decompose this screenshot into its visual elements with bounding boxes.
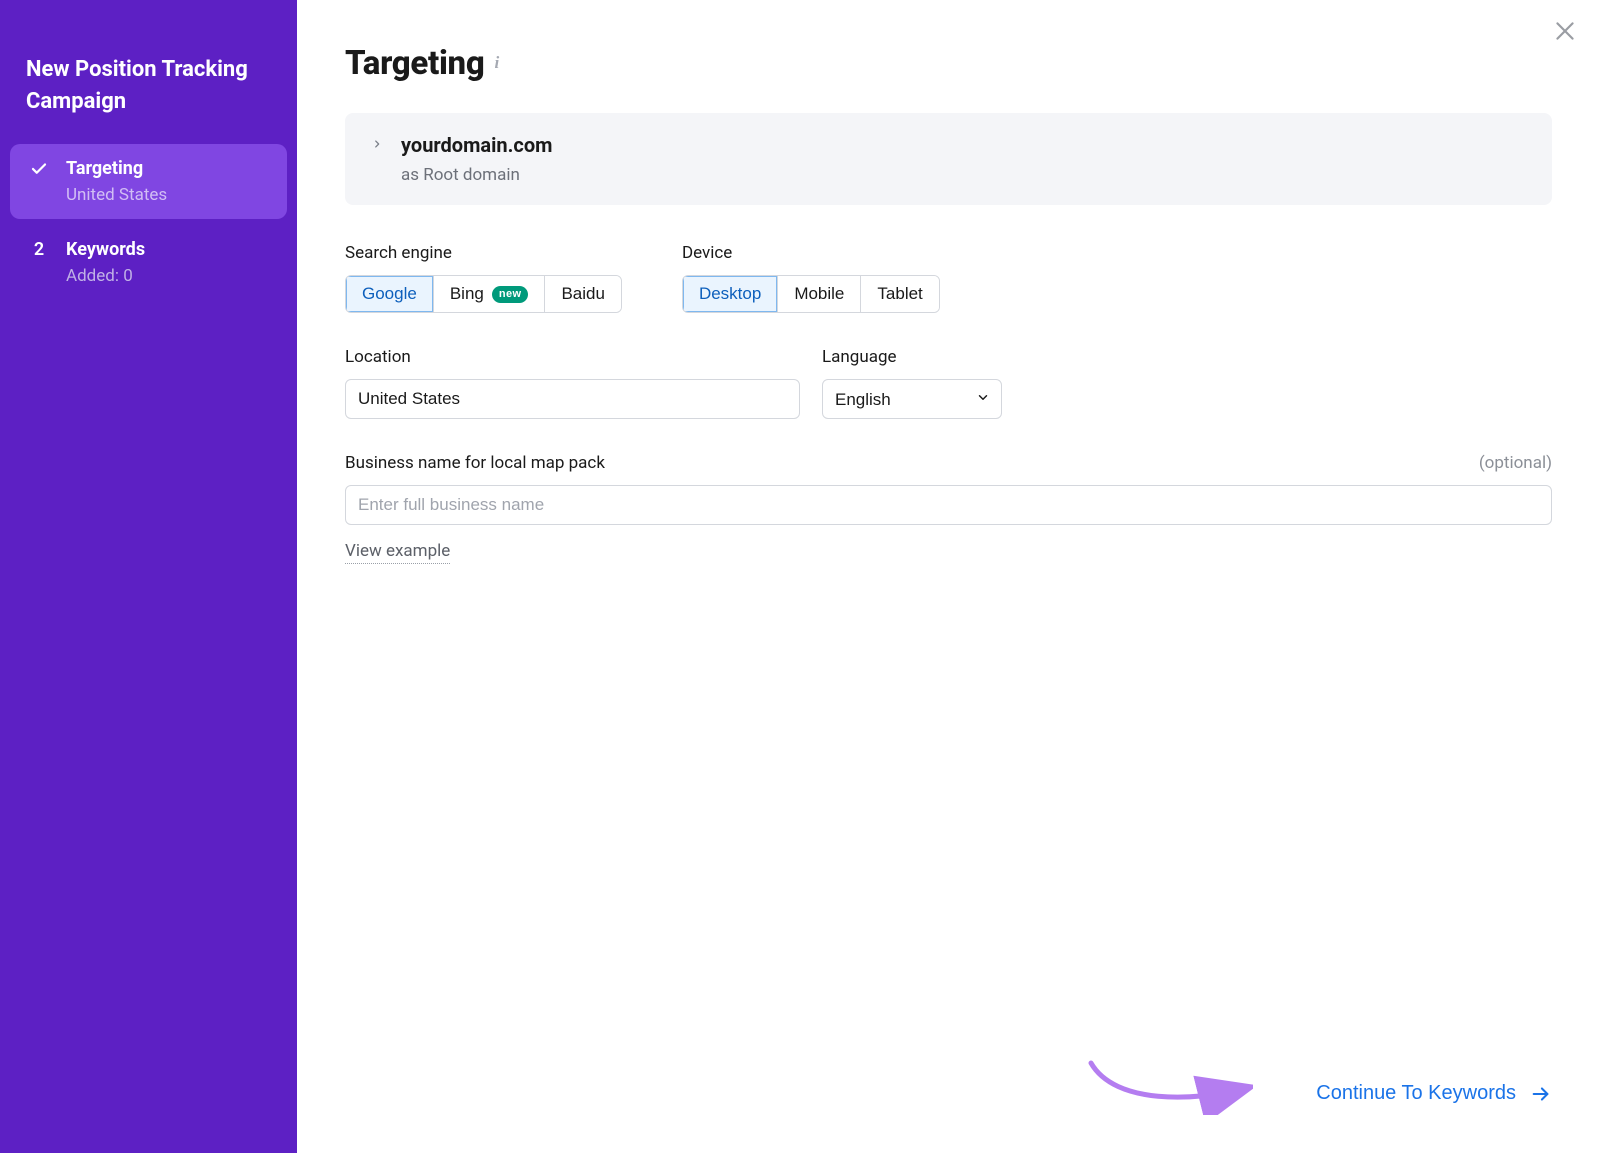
business-name-field: Business name for local map pack (option…	[345, 453, 1552, 564]
view-example-link[interactable]: View example	[345, 541, 450, 564]
sidebar-step-title: Keywords	[66, 239, 269, 260]
new-badge: new	[492, 286, 529, 303]
search-engine-option-google[interactable]: Google	[346, 276, 433, 312]
language-select[interactable]: English	[822, 379, 1002, 419]
search-engine-option-bing[interactable]: Bing new	[433, 276, 545, 312]
domain-subtitle: as Root domain	[401, 165, 552, 185]
annotation-arrow	[1085, 1055, 1253, 1115]
domain-card[interactable]: yourdomain.com as Root domain	[345, 113, 1552, 205]
main-panel: Targeting i yourdomain.com as Root domai…	[297, 0, 1600, 1153]
field-label: Business name for local map pack	[345, 453, 605, 473]
domain-name: yourdomain.com	[401, 133, 552, 157]
device-field: Device Desktop Mobile Tablet	[682, 243, 940, 313]
search-engine-field: Search engine Google Bing new Baidu	[345, 243, 622, 313]
search-engine-segmented: Google Bing new Baidu	[345, 275, 622, 313]
sidebar-step-subtitle: United States	[66, 185, 269, 205]
sidebar-step-keywords[interactable]: 2 Keywords Added: 0	[10, 225, 287, 300]
sidebar-title: New Position Tracking Campaign	[0, 54, 297, 144]
wizard-footer: Continue To Keywords	[1316, 1082, 1552, 1105]
chevron-right-icon	[369, 133, 385, 151]
device-option-desktop[interactable]: Desktop	[683, 276, 777, 312]
wizard-sidebar: New Position Tracking Campaign Targeting…	[0, 0, 297, 1153]
arrow-right-icon	[1530, 1083, 1552, 1105]
sidebar-steps: Targeting United States 2 Keywords Added…	[0, 144, 297, 300]
sidebar-step-title: Targeting	[66, 158, 269, 179]
step-number: 2	[28, 239, 50, 260]
check-icon	[28, 158, 50, 178]
device-option-mobile[interactable]: Mobile	[777, 276, 860, 312]
device-option-tablet[interactable]: Tablet	[860, 276, 938, 312]
info-icon[interactable]: i	[494, 53, 498, 75]
location-input[interactable]	[345, 379, 800, 419]
continue-button[interactable]: Continue To Keywords	[1316, 1082, 1552, 1105]
close-icon	[1552, 18, 1578, 44]
field-label: Language	[822, 347, 1002, 367]
close-button[interactable]	[1548, 14, 1582, 48]
sidebar-step-targeting[interactable]: Targeting United States	[10, 144, 287, 219]
language-field: Language English	[822, 347, 1002, 419]
business-name-input[interactable]	[345, 485, 1552, 525]
field-label: Search engine	[345, 243, 622, 263]
field-label: Device	[682, 243, 940, 263]
optional-label: (optional)	[1479, 453, 1552, 473]
sidebar-step-subtitle: Added: 0	[66, 266, 269, 286]
device-segmented: Desktop Mobile Tablet	[682, 275, 940, 313]
page-title-text: Targeting	[345, 44, 484, 83]
field-label: Location	[345, 347, 800, 367]
page-title: Targeting i	[345, 44, 1552, 83]
search-engine-option-baidu[interactable]: Baidu	[544, 276, 620, 312]
location-field: Location	[345, 347, 800, 419]
